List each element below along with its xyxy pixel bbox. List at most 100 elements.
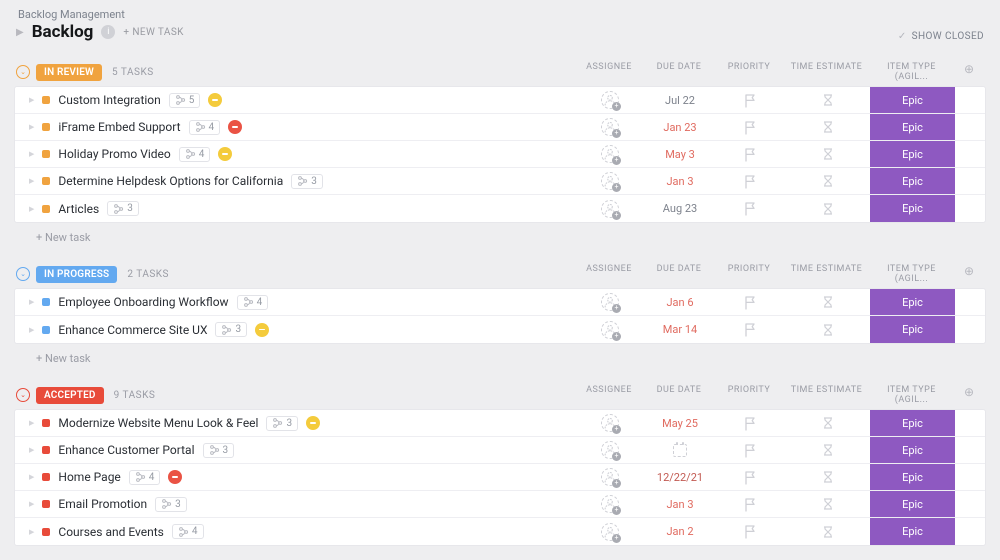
subtask-count[interactable]: 3 <box>215 322 247 337</box>
assignee-cell[interactable]: + <box>575 518 645 545</box>
due-date[interactable]: Jan 6 <box>666 296 693 309</box>
expand-icon[interactable]: ▶ <box>29 150 34 158</box>
new-task-row[interactable]: + New task <box>14 344 986 367</box>
breadcrumb[interactable]: Backlog Management <box>16 8 184 21</box>
assignee-cell[interactable]: + <box>575 410 645 436</box>
expand-icon[interactable]: ▶ <box>29 500 34 508</box>
priority-cell[interactable] <box>715 114 785 140</box>
chevron-right-icon[interactable]: ▶ <box>16 27 24 38</box>
time-estimate-cell[interactable] <box>785 168 870 194</box>
priority-cell[interactable] <box>715 87 785 113</box>
item-type-cell[interactable]: Epic <box>870 114 955 140</box>
subtask-count[interactable]: 4 <box>172 524 204 539</box>
subtask-count[interactable]: 5 <box>169 93 201 108</box>
priority-cell[interactable] <box>715 316 785 343</box>
due-date[interactable]: 12/22/21 <box>657 471 703 484</box>
expand-icon[interactable]: ▶ <box>29 473 34 481</box>
assignee-cell[interactable]: + <box>575 289 645 315</box>
status-pill[interactable]: ACCEPTED <box>36 387 104 404</box>
task-name[interactable]: Enhance Commerce Site UX <box>58 323 207 337</box>
new-task-button[interactable]: + NEW TASK <box>123 27 183 38</box>
task-row[interactable]: ▶ Determine Helpdesk Options for Califor… <box>15 168 985 195</box>
due-date-cell[interactable]: 12/22/21 <box>645 464 715 490</box>
status-pill[interactable]: IN PROGRESS <box>36 266 117 283</box>
status-dot-red[interactable] <box>228 120 242 134</box>
task-row[interactable]: ▶ Custom Integration 5 + Jul 22 Epic <box>15 87 985 114</box>
due-date[interactable]: Jan 2 <box>666 525 693 538</box>
due-date-cell[interactable]: Jul 22 <box>645 87 715 113</box>
due-date[interactable]: May 25 <box>662 417 698 430</box>
due-date-cell[interactable]: Jan 3 <box>645 491 715 517</box>
col-priority[interactable]: PRIORITY <box>714 62 784 82</box>
col-priority[interactable]: PRIORITY <box>714 385 784 405</box>
status-dot-yellow[interactable] <box>255 323 269 337</box>
status-square[interactable] <box>42 150 50 158</box>
time-estimate-cell[interactable] <box>785 87 870 113</box>
assignee-cell[interactable]: + <box>575 491 645 517</box>
status-square[interactable] <box>42 528 50 536</box>
status-dot-red[interactable] <box>168 470 182 484</box>
assignee-cell[interactable]: + <box>575 168 645 194</box>
collapse-icon[interactable]: ⌄ <box>16 388 30 402</box>
expand-icon[interactable]: ▶ <box>29 298 34 306</box>
task-name[interactable]: Determine Helpdesk Options for Californi… <box>58 174 283 188</box>
priority-cell[interactable] <box>715 464 785 490</box>
collapse-icon[interactable]: ⌄ <box>16 65 30 79</box>
col-priority[interactable]: PRIORITY <box>714 264 784 284</box>
due-date[interactable]: Mar 14 <box>663 323 697 336</box>
task-name[interactable]: Email Promotion <box>58 497 147 511</box>
task-name[interactable]: Home Page <box>58 470 120 484</box>
expand-icon[interactable]: ▶ <box>29 528 34 536</box>
task-row[interactable]: ▶ Articles 3 + Aug 23 Epic <box>15 195 985 222</box>
due-date[interactable]: Aug 23 <box>663 202 697 215</box>
collapse-icon[interactable]: ⌄ <box>16 267 30 281</box>
status-dot-yellow[interactable] <box>218 147 232 161</box>
time-estimate-cell[interactable] <box>785 141 870 167</box>
col-due-date[interactable]: DUE DATE <box>644 385 714 405</box>
assignee-cell[interactable]: + <box>575 437 645 463</box>
item-type-cell[interactable]: Epic <box>870 518 955 545</box>
time-estimate-cell[interactable] <box>785 464 870 490</box>
col-time-estimate[interactable]: TIME ESTIMATE <box>784 264 869 284</box>
expand-icon[interactable]: ▶ <box>29 419 34 427</box>
time-estimate-cell[interactable] <box>785 289 870 315</box>
priority-cell[interactable] <box>715 141 785 167</box>
subtask-count[interactable]: 3 <box>107 201 139 216</box>
col-due-date[interactable]: DUE DATE <box>644 264 714 284</box>
assignee-cell[interactable]: + <box>575 141 645 167</box>
status-square[interactable] <box>42 177 50 185</box>
expand-icon[interactable]: ▶ <box>29 177 34 185</box>
item-type-cell[interactable]: Epic <box>870 410 955 436</box>
task-name[interactable]: Holiday Promo Video <box>58 147 170 161</box>
add-column-button[interactable]: ⊕ <box>954 62 984 82</box>
task-row[interactable]: ▶ Email Promotion 3 + Jan 3 Epic <box>15 491 985 518</box>
time-estimate-cell[interactable] <box>785 316 870 343</box>
status-square[interactable] <box>42 419 50 427</box>
due-date[interactable]: Jul 22 <box>665 94 695 107</box>
col-item-type[interactable]: ITEM TYPE (AGIL... <box>869 264 954 284</box>
priority-cell[interactable] <box>715 518 785 545</box>
due-date-cell[interactable]: Mar 14 <box>645 316 715 343</box>
priority-cell[interactable] <box>715 195 785 222</box>
task-name[interactable]: Articles <box>58 202 99 216</box>
subtask-count[interactable]: 3 <box>155 497 187 512</box>
status-dot-yellow[interactable] <box>208 93 222 107</box>
time-estimate-cell[interactable] <box>785 491 870 517</box>
assignee-cell[interactable]: + <box>575 464 645 490</box>
time-estimate-cell[interactable] <box>785 410 870 436</box>
item-type-cell[interactable]: Epic <box>870 464 955 490</box>
expand-icon[interactable]: ▶ <box>29 96 34 104</box>
due-date[interactable]: May 3 <box>665 148 695 161</box>
assignee-cell[interactable]: + <box>575 114 645 140</box>
due-date-cell[interactable]: Jan 23 <box>645 114 715 140</box>
col-time-estimate[interactable]: TIME ESTIMATE <box>784 62 869 82</box>
subtask-count[interactable]: 3 <box>291 174 323 189</box>
time-estimate-cell[interactable] <box>785 437 870 463</box>
time-estimate-cell[interactable] <box>785 195 870 222</box>
task-name[interactable]: Employee Onboarding Workflow <box>58 295 228 309</box>
item-type-cell[interactable]: Epic <box>870 491 955 517</box>
col-assignee[interactable]: ASSIGNEE <box>574 62 644 82</box>
subtask-count[interactable]: 4 <box>129 470 161 485</box>
task-row[interactable]: ▶ iFrame Embed Support 4 + Jan 23 Epic <box>15 114 985 141</box>
due-date-cell[interactable]: May 25 <box>645 410 715 436</box>
